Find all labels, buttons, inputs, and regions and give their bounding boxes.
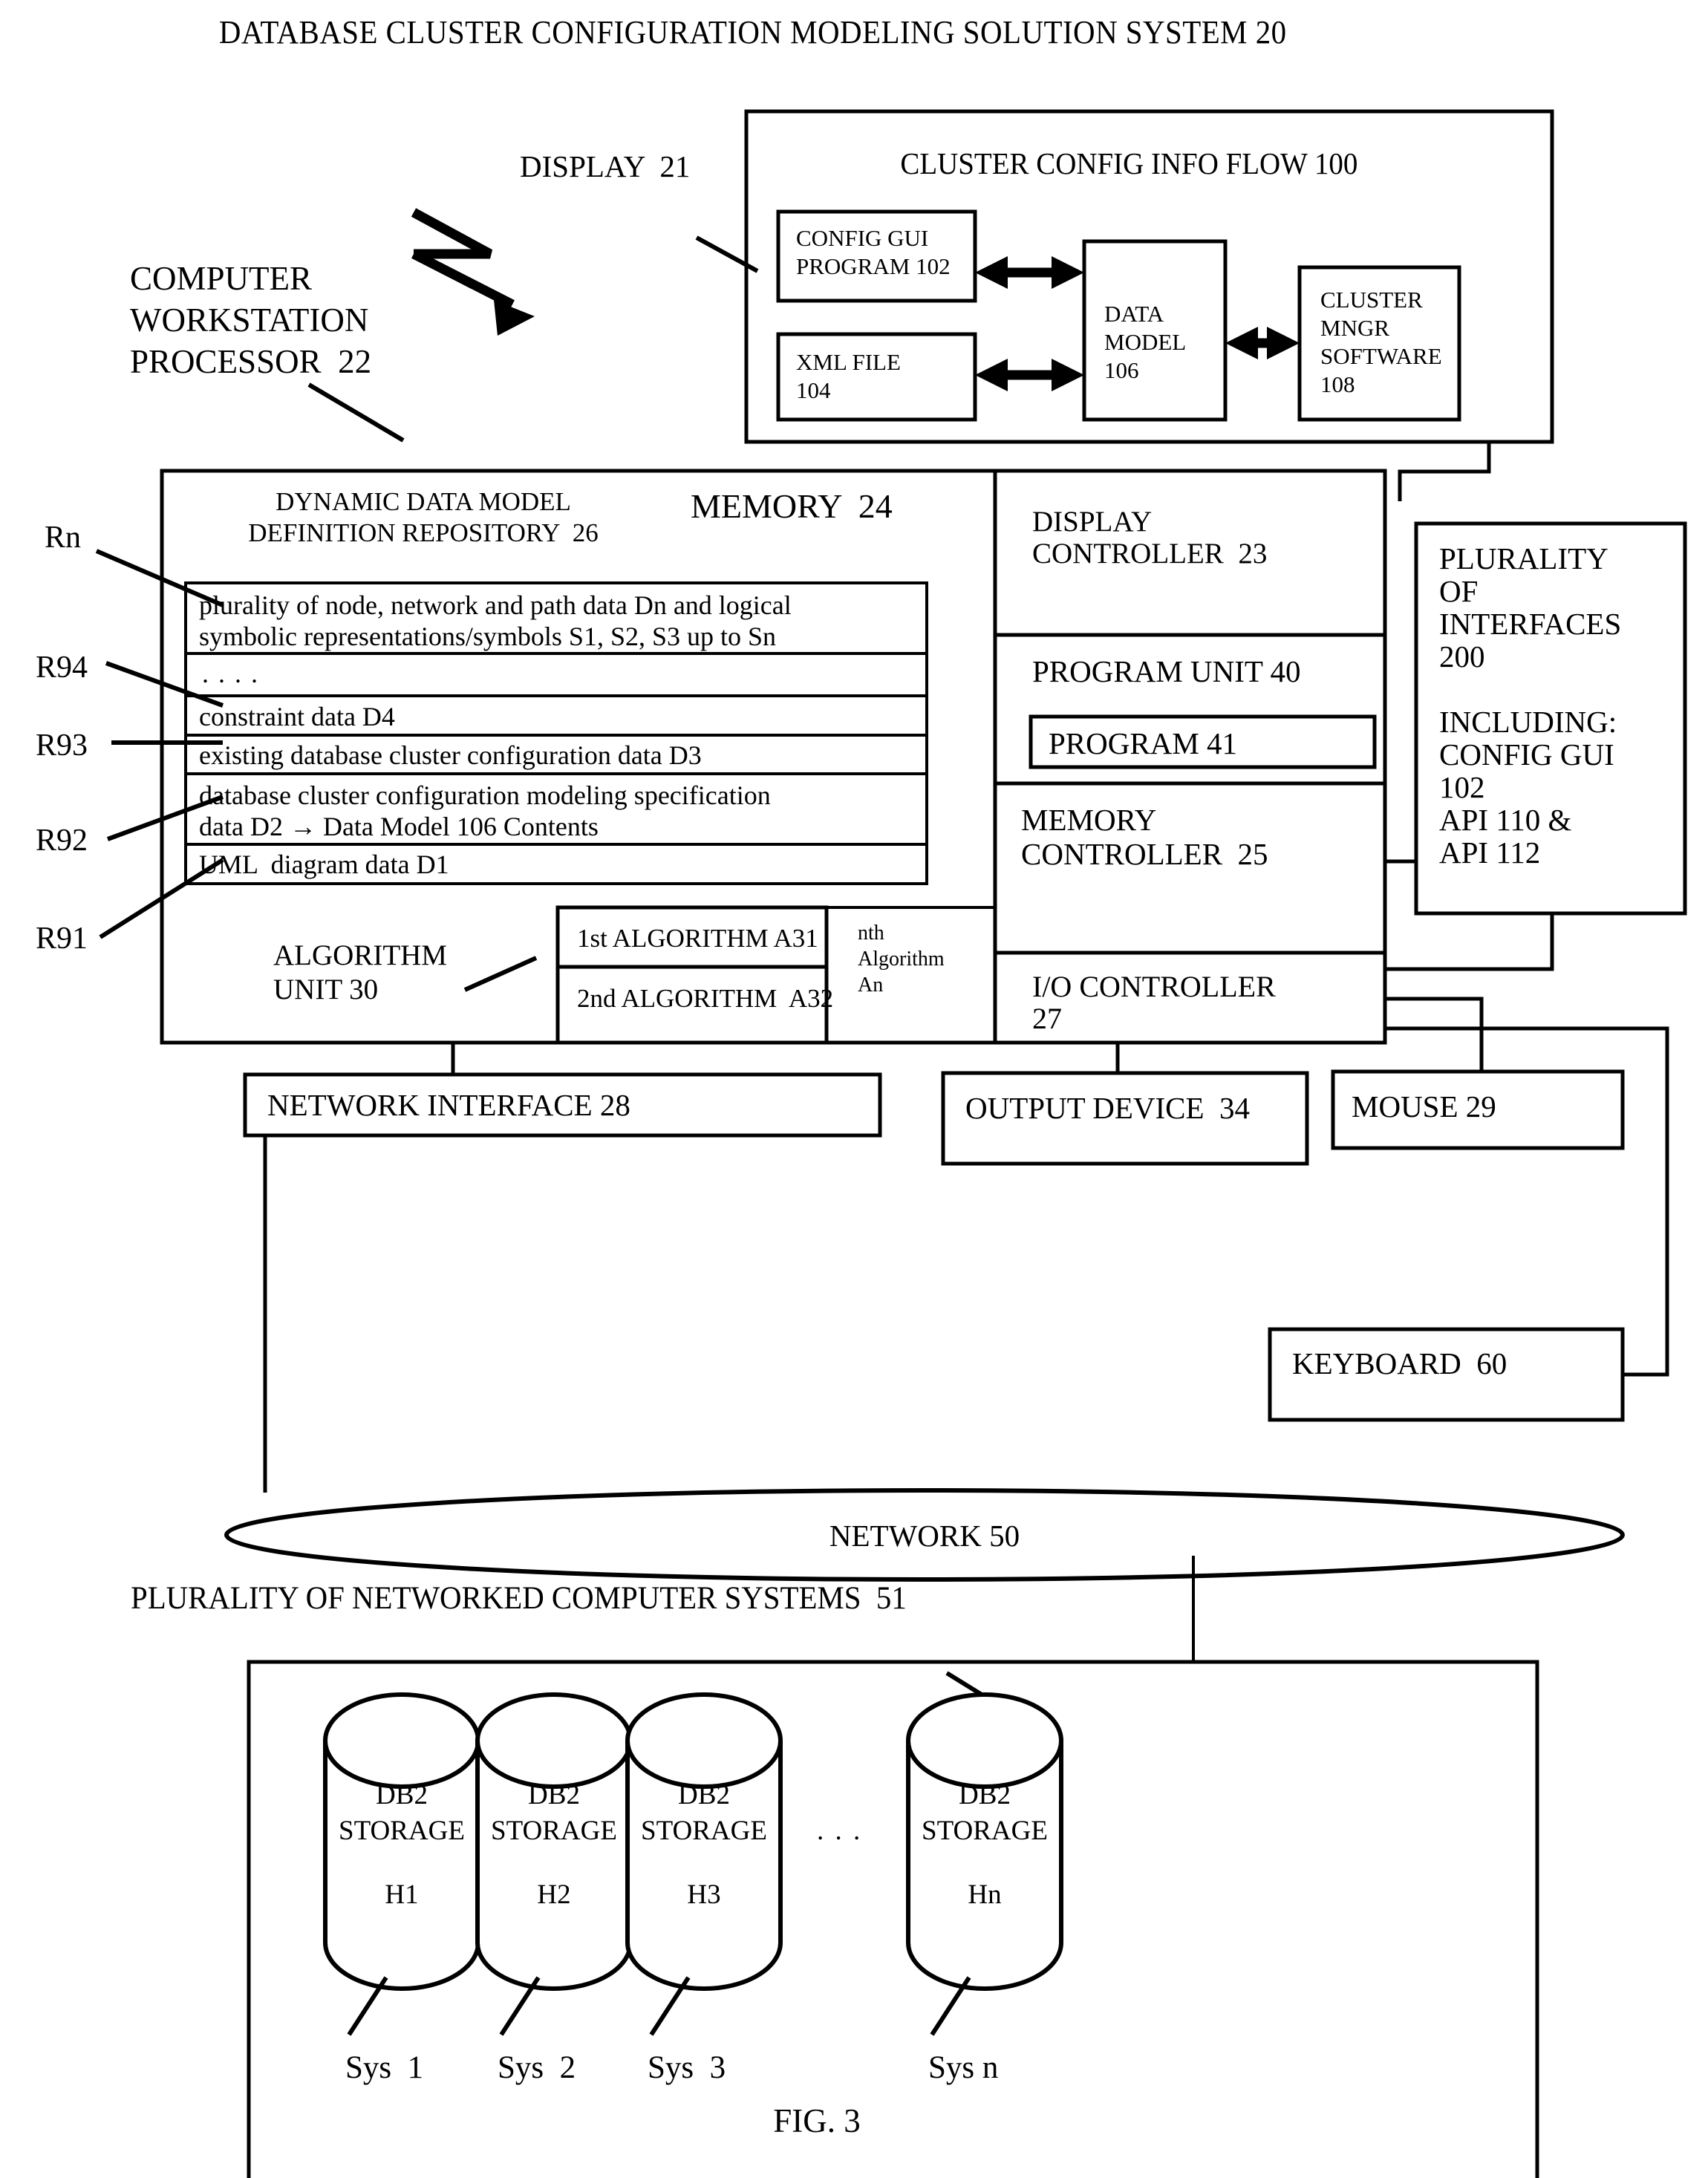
interfaces-label-line9: API 112: [1439, 835, 1541, 870]
display-label: DISPLAY 21: [520, 149, 691, 183]
io-controller-label-line2: 27: [1032, 1002, 1062, 1035]
host-label: H2: [537, 1879, 571, 1910]
sys-label: Sys n: [928, 2050, 999, 2085]
storage-label: STORAGE: [339, 1816, 465, 1846]
host-label: Hn: [968, 1879, 1002, 1910]
interfaces-label-line7: 102: [1439, 770, 1485, 804]
algorithm-an-label-line3: An: [858, 974, 884, 997]
page-title: DATABASE CLUSTER CONFIGURATION MODELING …: [218, 14, 1287, 50]
cluster-config-flow-title: CLUSTER CONFIG INFO FLOW 100: [900, 146, 1358, 180]
interfaces-label-line2: OF: [1439, 574, 1479, 608]
db2-storage-cylinder: [906, 1692, 1063, 2036]
leader-algorithm-unit: [463, 956, 538, 992]
repository-row-text: . . . .: [202, 659, 259, 688]
io-controller-label-line1: I/O CONTROLLER: [1032, 970, 1276, 1003]
ref-marker-r94: R94: [36, 651, 88, 685]
db2-storage-cylinder: [475, 1692, 633, 2036]
storage-ellipsis: . . .: [817, 1816, 863, 1846]
interfaces-label-line4: 200: [1439, 639, 1485, 674]
display-controller-label-line1: DISPLAY: [1032, 506, 1153, 538]
cluster-mngr-label-line4: 108: [1320, 371, 1355, 397]
connector-ioctrl-to-mouse: [1385, 997, 1484, 1072]
network-label: NETWORK 50: [829, 1519, 1020, 1553]
algorithm-an-label-line1: nth: [858, 922, 884, 945]
memory-controller-label-line2: CONTROLLER 25: [1021, 837, 1268, 871]
interfaces-label-line3: INTERFACES: [1439, 607, 1622, 641]
connector-ioctrl-to-keyboard: [1385, 1026, 1669, 1377]
algorithm-an-box: [825, 906, 997, 1044]
display-zigzag-arrow: [411, 208, 535, 336]
patent-figure-page: DATABASE CLUSTER CONFIGURATION MODELING …: [0, 0, 1708, 2178]
db2-storage-cylinder: [625, 1692, 783, 2036]
arrow-xmlfile-datamodel: [975, 359, 1084, 391]
repository-row-text: existing database cluster configuration …: [199, 740, 702, 770]
leader-workstation-22: [307, 382, 405, 443]
repository-row-text: plurality of node, network and path data…: [199, 590, 792, 620]
leader-display-21: [695, 235, 759, 273]
repository-row-text: symbolic representations/symbols S1, S2,…: [199, 622, 777, 651]
cluster-mngr-label-line2: MNGR: [1320, 315, 1390, 341]
config-gui-program-label-line2: PROGRAM 102: [796, 253, 951, 279]
xml-file-label-line1: XML FILE: [796, 349, 901, 375]
xml-file-label-line2: 104: [796, 377, 831, 403]
cluster-mngr-label-line1: CLUSTER: [1320, 287, 1423, 313]
host-label: H1: [385, 1879, 419, 1910]
host-label: H3: [687, 1879, 721, 1910]
repository-title-line1: DYNAMIC DATA MODEL: [276, 487, 571, 516]
arrow-datamodel-clustermngr: [1225, 327, 1300, 359]
config-gui-program-label-line1: CONFIG GUI: [796, 225, 929, 251]
algorithm-a31-label: 1st ALGORITHM A31: [577, 924, 818, 953]
ref-marker-r92: R92: [36, 824, 88, 858]
memory-title: MEMORY 24: [691, 487, 893, 525]
data-model-label-line1: DATA: [1104, 301, 1164, 327]
workstation-label-line3: PROCESSOR 22: [130, 343, 372, 380]
algorithm-unit-label-line2: UNIT 30: [273, 974, 379, 1005]
data-model-label-line2: MODEL: [1104, 329, 1187, 355]
connector-clusterflow-to-memory: [1398, 442, 1491, 501]
db2-label: DB2: [528, 1780, 580, 1810]
memory-controller-label-line1: MEMORY: [1021, 803, 1157, 837]
ref-marker-r93: R93: [36, 728, 88, 763]
program-unit-label: PROGRAM UNIT 40: [1032, 654, 1301, 688]
db2-label: DB2: [959, 1780, 1011, 1810]
program-41-label: PROGRAM 41: [1049, 726, 1238, 760]
storage-label: STORAGE: [922, 1816, 1048, 1846]
repository-title-line2: DEFINITION REPOSITORY 26: [248, 518, 599, 547]
arrow-configgui-datamodel: [975, 256, 1084, 289]
repository-row-r94: [184, 652, 928, 697]
sys-label: Sys 3: [648, 2050, 726, 2085]
storage-label: STORAGE: [641, 1816, 767, 1846]
algorithm-unit-label-line1: ALGORITHM: [273, 939, 447, 971]
figure-caption: FIG. 3: [773, 2102, 861, 2139]
sys-label: Sys 1: [345, 2050, 424, 2085]
interfaces-label-line8: API 110 &: [1439, 803, 1572, 837]
ref-marker-rn: Rn: [45, 521, 82, 555]
networked-systems-label: PLURALITY OF NETWORKED COMPUTER SYSTEMS …: [131, 1581, 907, 1616]
workstation-label-line2: WORKSTATION: [130, 301, 369, 339]
ref-marker-r91: R91: [36, 922, 88, 956]
db2-label: DB2: [376, 1780, 428, 1810]
db2-storage-cylinder: [323, 1692, 480, 2036]
workstation-label-line1: COMPUTER: [130, 260, 313, 297]
sys-label: Sys 2: [498, 2050, 576, 2085]
repository-row-text: database cluster configuration modeling …: [199, 780, 771, 810]
repository-row-text: constraint data D4: [199, 702, 395, 731]
db2-label: DB2: [678, 1780, 730, 1810]
repository-row-text: UML diagram data D1: [199, 850, 449, 879]
repository-row-text: data D2 → Data Model 106 Contents: [199, 812, 599, 841]
data-model-label-line3: 106: [1104, 357, 1139, 383]
mouse-label: MOUSE 29: [1352, 1089, 1496, 1124]
interfaces-label-line1: PLURALITY: [1439, 541, 1608, 576]
interfaces-label-line5: INCLUDING:: [1439, 705, 1617, 739]
network-interface-label: NETWORK INTERFACE 28: [267, 1088, 630, 1122]
keyboard-label: KEYBOARD 60: [1292, 1346, 1507, 1380]
algorithm-a32-label: 2nd ALGORITHM A32: [577, 984, 834, 1013]
cluster-mngr-label-line3: SOFTWARE: [1320, 343, 1442, 369]
display-controller-label-line2: CONTROLLER 23: [1032, 538, 1268, 570]
storage-label: STORAGE: [491, 1816, 617, 1846]
connector-interfaces-to-ioctrl: [1385, 913, 1554, 971]
output-device-label: OUTPUT DEVICE 34: [965, 1091, 1251, 1125]
interfaces-label-line6: CONFIG GUI: [1439, 737, 1614, 772]
algorithm-an-label-line2: Algorithm: [858, 948, 945, 971]
